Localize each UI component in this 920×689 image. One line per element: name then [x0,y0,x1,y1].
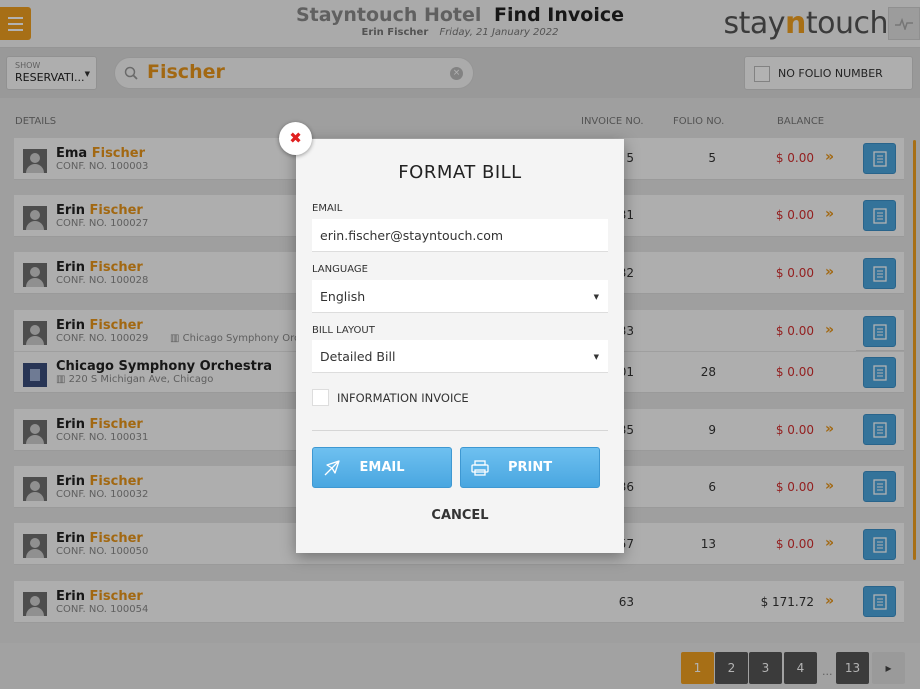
close-icon[interactable]: ✖ [279,122,312,155]
cancel-button[interactable]: CANCEL [296,508,624,523]
email-button-label: EMAIL [359,460,405,475]
information-invoice-label: INFORMATION INVOICE [337,391,469,405]
email-label: EMAIL [312,203,343,214]
format-bill-dialog: FORMAT BILL EMAIL erin.fischer@stayntouc… [296,139,624,553]
information-invoice-checkbox[interactable] [312,389,329,406]
divider [312,430,608,431]
dialog-title: FORMAT BILL [398,162,522,183]
caret-down-icon: ▼ [593,293,599,301]
bill-layout-value: Detailed Bill [320,349,396,364]
caret-down-icon: ▼ [593,353,599,361]
print-button-label: PRINT [507,460,553,475]
email-button[interactable]: EMAIL [312,447,452,488]
bill-layout-select[interactable]: Detailed Bill ▼ [312,340,608,373]
language-select[interactable]: English ▼ [312,280,608,313]
email-value: erin.fischer@stayntouch.com [320,228,504,243]
bill-layout-label: BILL LAYOUT [312,325,375,336]
language-label: LANGUAGE [312,264,368,275]
print-button[interactable]: PRINT [460,447,600,488]
language-value: English [320,289,366,304]
email-field[interactable]: erin.fischer@stayntouch.com [312,219,608,252]
